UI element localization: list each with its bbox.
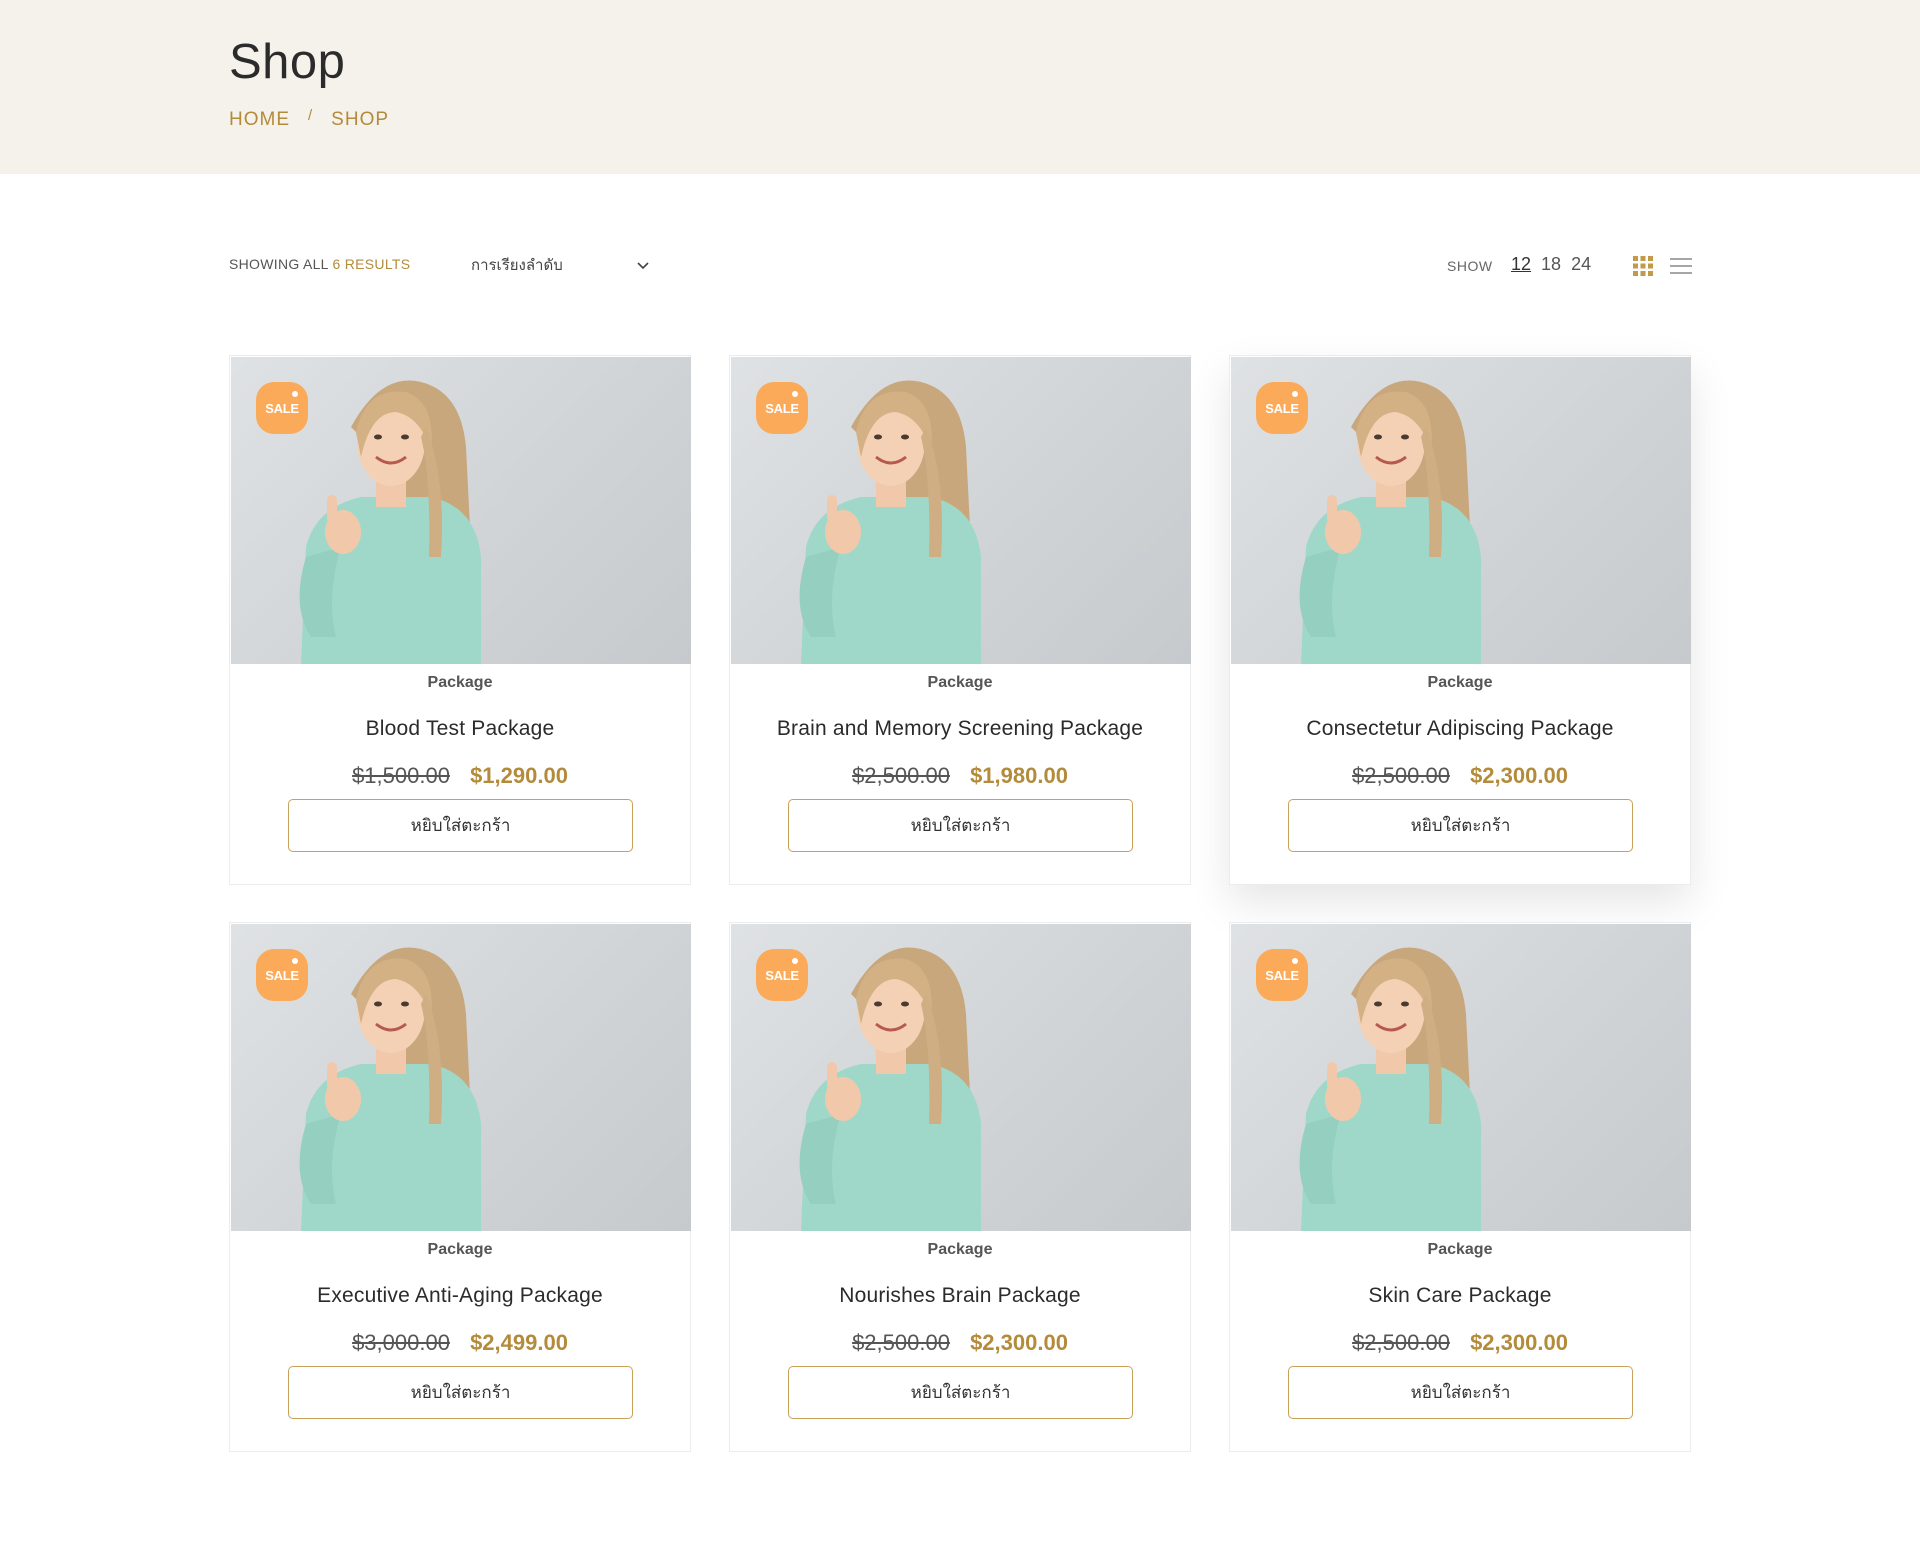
per-page-option-18[interactable]: 18 [1541, 254, 1561, 275]
product-name[interactable]: Consectetur Adipiscing Package [1230, 717, 1690, 741]
breadcrumb-shop-link[interactable]: SHOP [331, 109, 389, 131]
product-image[interactable]: SALE [231, 357, 691, 664]
product-image[interactable]: SALE [731, 357, 1191, 664]
product-card[interactable]: SALE Package Skin Care Package $2,500.00… [1229, 922, 1691, 1452]
per-page-option-24[interactable]: 24 [1571, 254, 1591, 275]
sale-price: $2,499.00 [470, 1330, 568, 1355]
original-price: $2,500.00 [1352, 1330, 1450, 1355]
product-name[interactable]: Brain and Memory Screening Package [730, 717, 1190, 741]
sale-price: $2,300.00 [970, 1330, 1068, 1355]
breadcrumb-home-link[interactable]: HOME [229, 109, 290, 131]
original-price: $3,000.00 [352, 1330, 450, 1355]
product-card[interactable]: SALE Package Nourishes Brain Package $2,… [729, 922, 1191, 1452]
product-price: $2,500.00 $2,300.00 [1230, 1330, 1690, 1356]
show-label: SHOW [1447, 258, 1493, 274]
add-to-cart-button[interactable]: หยิบใส่ตะกร้า [288, 1366, 633, 1419]
product-category[interactable]: Package [730, 674, 1190, 692]
product-name[interactable]: Nourishes Brain Package [730, 1284, 1190, 1308]
add-to-cart-button[interactable]: หยิบใส่ตะกร้า [788, 1366, 1133, 1419]
sale-badge: SALE [756, 382, 808, 434]
product-price: $2,500.00 $1,980.00 [730, 763, 1190, 789]
badge-dot [1292, 958, 1298, 964]
per-page-options: 12 18 24 [1511, 254, 1591, 275]
sale-badge-label: SALE [765, 400, 799, 416]
product-category[interactable]: Package [730, 1241, 1190, 1259]
sale-badge-label: SALE [1265, 967, 1299, 983]
product-price: $2,500.00 $2,300.00 [1230, 763, 1690, 789]
add-to-cart-button[interactable]: หยิบใส่ตะกร้า [788, 799, 1133, 852]
sale-badge-label: SALE [265, 967, 299, 983]
sale-badge: SALE [1256, 949, 1308, 1001]
add-to-cart-button[interactable]: หยิบใส่ตะกร้า [288, 799, 633, 852]
product-card[interactable]: SALE Package Brain and Memory Screening … [729, 355, 1191, 885]
sale-price: $1,980.00 [970, 763, 1068, 788]
product-card[interactable]: SALE Package Consectetur Adipiscing Pack… [1229, 355, 1691, 885]
badge-dot [292, 958, 298, 964]
product-category[interactable]: Package [230, 674, 690, 692]
sale-price: $1,290.00 [470, 763, 568, 788]
results-count: SHOWING ALL 6 RESULTS [229, 256, 410, 272]
badge-dot [792, 391, 798, 397]
sale-price: $2,300.00 [1470, 1330, 1568, 1355]
sale-badge-label: SALE [265, 400, 299, 416]
sale-badge: SALE [1256, 382, 1308, 434]
sort-select-value: การเรียงลำดับ [471, 257, 563, 274]
badge-dot [292, 391, 298, 397]
badge-dot [1292, 391, 1298, 397]
list-view-icon[interactable] [1670, 256, 1692, 276]
product-price: $1,500.00 $1,290.00 [230, 763, 690, 789]
sale-badge-label: SALE [765, 967, 799, 983]
product-image[interactable]: SALE [731, 924, 1191, 1231]
product-name[interactable]: Executive Anti-Aging Package [230, 1284, 690, 1308]
per-page-option-12[interactable]: 12 [1511, 254, 1531, 275]
sale-badge: SALE [256, 382, 308, 434]
breadcrumb: HOME / SHOP [229, 106, 389, 132]
product-name[interactable]: Blood Test Package [230, 717, 690, 741]
product-image[interactable]: SALE [231, 924, 691, 1231]
sale-price: $2,300.00 [1470, 763, 1568, 788]
product-category[interactable]: Package [1230, 1241, 1690, 1259]
product-category[interactable]: Package [1230, 674, 1690, 692]
results-count-value: 6 RESULTS [332, 256, 411, 272]
product-price: $2,500.00 $2,300.00 [730, 1330, 1190, 1356]
results-prefix: SHOWING ALL [229, 256, 329, 272]
add-to-cart-button[interactable]: หยิบใส่ตะกร้า [1288, 799, 1633, 852]
sale-badge: SALE [756, 949, 808, 1001]
page-title: Shop [229, 35, 346, 89]
page-header: Shop HOME / SHOP [0, 0, 1920, 174]
original-price: $2,500.00 [852, 1330, 950, 1355]
sort-select[interactable]: การเรียงลำดับ [471, 250, 651, 280]
sale-badge: SALE [256, 949, 308, 1001]
product-card[interactable]: SALE Package Executive Anti-Aging Packag… [229, 922, 691, 1452]
breadcrumb-separator: / [308, 106, 314, 124]
original-price: $2,500.00 [852, 763, 950, 788]
product-image[interactable]: SALE [1231, 924, 1691, 1231]
product-price: $3,000.00 $2,499.00 [230, 1330, 690, 1356]
product-image[interactable]: SALE [1231, 357, 1691, 664]
sale-badge-label: SALE [1265, 400, 1299, 416]
shop-toolbar: SHOWING ALL 6 RESULTS การเรียงลำดับ SHOW… [229, 250, 1692, 280]
original-price: $1,500.00 [352, 763, 450, 788]
grid-view-icon[interactable] [1633, 256, 1653, 276]
original-price: $2,500.00 [1352, 763, 1450, 788]
product-category[interactable]: Package [230, 1241, 690, 1259]
badge-dot [792, 958, 798, 964]
chevron-down-icon [637, 262, 649, 270]
product-card[interactable]: SALE Package Blood Test Package $1,500.0… [229, 355, 691, 885]
product-name[interactable]: Skin Care Package [1230, 1284, 1690, 1308]
add-to-cart-button[interactable]: หยิบใส่ตะกร้า [1288, 1366, 1633, 1419]
